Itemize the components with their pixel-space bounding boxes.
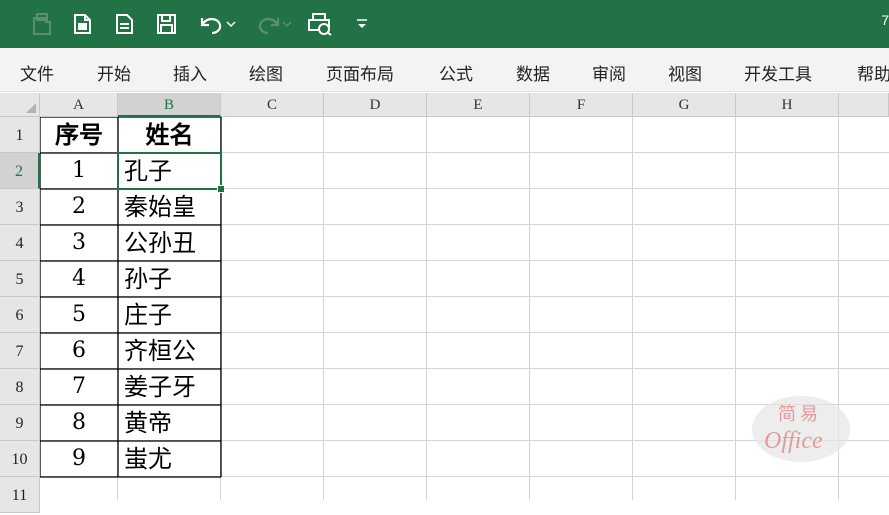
new-file-icon[interactable] bbox=[68, 10, 96, 38]
cell-a3[interactable]: 2 bbox=[40, 189, 118, 225]
tab-developer[interactable]: 开发工具 bbox=[744, 60, 812, 85]
cell-b3[interactable]: 秦始皇 bbox=[118, 189, 221, 225]
tab-view[interactable]: 视图 bbox=[668, 60, 702, 85]
column-header-f[interactable]: F bbox=[530, 93, 633, 117]
tab-formulas[interactable]: 公式 bbox=[439, 60, 473, 85]
redo-icon[interactable] bbox=[250, 10, 294, 38]
cell-b1-header[interactable]: 姓名 bbox=[118, 117, 221, 153]
row-header-6[interactable]: 6 bbox=[0, 297, 40, 333]
ribbon-tabs: 文件 开始 插入 绘图 页面布局 公式 数据 审阅 视图 开发工具 帮助 bbox=[0, 48, 889, 92]
column-header-d[interactable]: D bbox=[324, 93, 427, 117]
row-header-8[interactable]: 8 bbox=[0, 369, 40, 405]
cell-a4[interactable]: 3 bbox=[40, 225, 118, 261]
cell-a1-header[interactable]: 序号 bbox=[40, 117, 118, 153]
row-header-9[interactable]: 9 bbox=[0, 405, 40, 441]
open-file-icon[interactable] bbox=[110, 10, 138, 38]
column-header-a[interactable]: A bbox=[40, 93, 118, 117]
cell-b4[interactable]: 公孙丑 bbox=[118, 225, 221, 261]
tab-data[interactable]: 数据 bbox=[516, 60, 550, 85]
window-title-fragment: 7 bbox=[881, 12, 889, 28]
row-header-3[interactable]: 3 bbox=[0, 189, 40, 225]
row-header-7[interactable]: 7 bbox=[0, 333, 40, 369]
tab-insert[interactable]: 插入 bbox=[173, 60, 207, 85]
select-all-button[interactable] bbox=[0, 93, 40, 117]
column-header-g[interactable]: G bbox=[633, 93, 736, 117]
watermark-text-office: Office bbox=[764, 428, 823, 454]
row-header-10[interactable]: 10 bbox=[0, 441, 40, 477]
cell-a10[interactable]: 9 bbox=[40, 441, 118, 477]
cell-b6[interactable]: 庄子 bbox=[118, 297, 221, 333]
column-header-h[interactable]: H bbox=[736, 93, 839, 117]
watermark-text-cn: 简易 bbox=[778, 404, 822, 425]
row-header-2[interactable]: 2 bbox=[0, 153, 40, 189]
cell-a7[interactable]: 6 bbox=[40, 333, 118, 369]
cell-a6[interactable]: 5 bbox=[40, 297, 118, 333]
tab-page-layout[interactable]: 页面布局 bbox=[326, 60, 394, 85]
tab-help[interactable]: 帮助 bbox=[857, 60, 889, 85]
column-header-b[interactable]: B bbox=[118, 93, 221, 117]
save-icon[interactable] bbox=[152, 10, 180, 38]
row-header-11[interactable]: 11 bbox=[0, 477, 40, 513]
cell-b5[interactable]: 孙子 bbox=[118, 261, 221, 297]
tab-draw[interactable]: 绘图 bbox=[249, 60, 283, 85]
fill-handle[interactable] bbox=[217, 185, 225, 193]
column-header-e[interactable]: E bbox=[427, 93, 530, 117]
tab-file[interactable]: 文件 bbox=[20, 60, 54, 85]
undo-icon[interactable] bbox=[194, 10, 238, 38]
row-header-5[interactable]: 5 bbox=[0, 261, 40, 297]
row-header-4[interactable]: 4 bbox=[0, 225, 40, 261]
print-preview-icon[interactable] bbox=[306, 10, 334, 38]
row-header-1[interactable]: 1 bbox=[0, 117, 40, 153]
cell-b7[interactable]: 齐桓公 bbox=[118, 333, 221, 369]
cell-a5[interactable]: 4 bbox=[40, 261, 118, 297]
cell-a9[interactable]: 8 bbox=[40, 405, 118, 441]
column-header-partial[interactable] bbox=[839, 93, 889, 117]
tab-review[interactable]: 审阅 bbox=[592, 60, 626, 85]
column-header-c[interactable]: C bbox=[221, 93, 324, 117]
cell-a8[interactable]: 7 bbox=[40, 369, 118, 405]
cell-b9[interactable]: 黄帝 bbox=[118, 405, 221, 441]
active-cell-border bbox=[117, 152, 222, 190]
tab-home[interactable]: 开始 bbox=[97, 60, 131, 85]
cell-a2[interactable]: 1 bbox=[40, 153, 118, 189]
cell-b10[interactable]: 蚩尤 bbox=[118, 441, 221, 477]
title-bar: 7 bbox=[0, 0, 889, 48]
autosave-icon[interactable] bbox=[28, 10, 56, 38]
customize-dropdown-icon[interactable] bbox=[348, 10, 376, 38]
cell-b8[interactable]: 姜子牙 bbox=[118, 369, 221, 405]
